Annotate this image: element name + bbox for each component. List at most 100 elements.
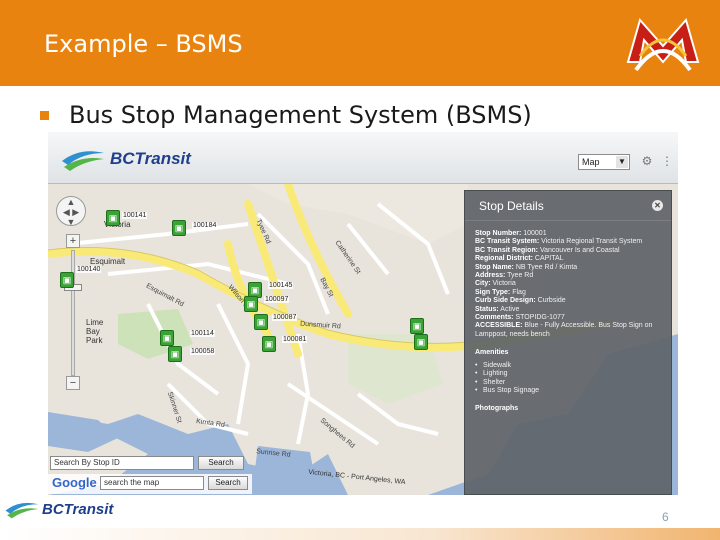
bus-stop-marker[interactable]: ▣ 100087	[254, 314, 298, 330]
bus-icon: ▣	[160, 330, 174, 346]
stop-id-label: 100058	[190, 348, 216, 355]
bus-stop-marker[interactable]: ▣ 100081	[262, 336, 308, 352]
detail-field: City: Victoria	[475, 280, 671, 288]
stop-id-label: 100145	[268, 282, 294, 289]
map-label-esquimalt: Esquimalt	[90, 257, 126, 266]
detail-field: ACCESSIBLE: Blue - Fully Accessible. Bus…	[475, 322, 671, 339]
field-value: Flag	[512, 288, 526, 296]
bus-icon: ▣	[414, 334, 428, 350]
bctransit-swoosh-icon	[62, 151, 104, 171]
zoom-in-button[interactable]: +	[66, 234, 80, 248]
app-logo: BCTransit	[60, 146, 191, 172]
app-header: BCTransit Map ▼ ⚙ ⋮	[48, 132, 678, 184]
zoom-slider[interactable]	[71, 250, 75, 376]
bus-stop-marker[interactable]: ▣ 100140	[60, 266, 102, 288]
stop-id-label: 100081	[282, 336, 308, 343]
map-label-lime-bay-park: Lime Bay Park	[86, 318, 104, 345]
detail-field: Stop Name: NB Tyee Rd / Kimta	[475, 264, 671, 272]
app-logo-text: BCTransit	[110, 149, 191, 168]
settings-icon[interactable]: ⚙	[640, 154, 654, 168]
detail-field: Sign Type: Flag	[475, 289, 671, 297]
bus-icon: ▣	[168, 346, 182, 362]
field-value: NB Tyee Rd / Kimta	[515, 263, 578, 271]
detail-field: Status: Active	[475, 306, 671, 314]
pan-arrows-icon: ▲ ◀ ▶ ▼	[62, 197, 80, 227]
stop-id-label: 100097	[264, 296, 290, 303]
stop-details-title: Stop Details	[479, 199, 544, 213]
field-key: BC Transit System:	[475, 238, 540, 246]
bus-icon: ▣	[244, 296, 258, 312]
google-logo: Google	[52, 475, 97, 490]
stop-search-button[interactable]: Search	[198, 456, 244, 470]
stop-search-bar: Search By Stop ID Search	[48, 454, 248, 474]
map-type-select[interactable]: Map ▼	[578, 154, 630, 170]
footer-logo-text: BCTransit	[42, 500, 114, 518]
bus-stop-marker[interactable]: ▣ 100141	[106, 210, 148, 226]
toolbar-grip-icon[interactable]: ⋮	[660, 154, 674, 168]
field-key: BC Transit Region:	[475, 246, 539, 254]
map-pan-control[interactable]: ▲ ◀ ▶ ▼	[56, 196, 86, 227]
detail-field: BC Transit Region: Vancouver Is and Coas…	[475, 247, 671, 255]
field-value: CAPITAL	[534, 255, 564, 263]
field-value: Tyee Rd	[507, 272, 534, 280]
bus-icon: ▣	[410, 318, 424, 334]
amenities-heading: Amenities	[475, 349, 509, 357]
field-key: Stop Number:	[475, 230, 522, 237]
stop-id-label: 100114	[190, 330, 215, 337]
field-key: City:	[475, 280, 491, 288]
field-key: Address:	[475, 272, 506, 280]
bus-icon: ▣	[172, 220, 186, 236]
field-key: Sign Type:	[475, 288, 511, 296]
bullet-item: Bus Stop Management System (BSMS)	[40, 100, 532, 130]
map-search-input[interactable]: search the map	[100, 476, 204, 490]
photographs-heading: Photographs	[475, 405, 519, 413]
bus-icon: ▣	[262, 336, 276, 352]
plus-icon: +	[69, 235, 77, 247]
bus-stop-marker[interactable]: ▣ 100184	[172, 220, 218, 236]
close-icon[interactable]: ✕	[652, 200, 663, 211]
detail-field: Regional District: CAPITAL	[475, 255, 671, 263]
bus-stop-marker[interactable]: ▣	[410, 318, 424, 334]
company-logo-icon	[626, 17, 700, 72]
map-search-bar: Google search the map Search	[48, 474, 252, 494]
field-value: Vancouver Is and Coastal	[539, 246, 620, 254]
bus-stop-marker[interactable]: ▣ 100058	[168, 346, 216, 362]
stop-details-body: Stop Number: 100001 BC Transit System: V…	[465, 221, 671, 414]
detail-field: Comments: STOPIDG-1077	[475, 314, 671, 322]
amenity-item: Lighting	[475, 370, 671, 379]
detail-field: Curb Side Design: Curbside	[475, 297, 671, 305]
field-value: Active	[500, 305, 520, 313]
detail-field: Address: Tyee Rd	[475, 272, 671, 280]
stop-id-label: 100184	[192, 222, 218, 229]
chevron-down-icon: ▼	[616, 156, 628, 168]
bus-icon: ▣	[254, 314, 268, 330]
field-value: STOPIDG-1077	[515, 314, 565, 322]
amenities-list: Sidewalk Lighting Shelter Bus Stop Signa…	[475, 362, 671, 396]
stop-details-panel: Stop Details ✕ Stop Number: 100001 BC Tr…	[464, 190, 672, 495]
field-value: Curbside	[537, 297, 566, 305]
stop-details-header: Stop Details ✕	[465, 191, 671, 221]
bus-stop-marker[interactable]: ▣ 100114	[160, 330, 215, 346]
bsms-screenshot: BCTransit Map ▼ ⚙ ⋮ Esquimalt Lime Bay P…	[48, 132, 678, 495]
map-search-button[interactable]: Search	[208, 476, 248, 490]
amenity-item: Shelter	[475, 379, 671, 388]
amenity-item: Sidewalk	[475, 362, 671, 371]
field-key: Curb Side Design:	[475, 297, 536, 305]
stop-id-label: 100087	[272, 314, 298, 321]
field-key: ACCESSIBLE:	[475, 322, 523, 330]
zoom-out-button[interactable]: −	[66, 376, 80, 390]
slide-title: Example – BSMS	[44, 30, 243, 58]
bus-stop-marker[interactable]: ▣ 100097	[244, 296, 290, 312]
bullet-text: Bus Stop Management System (BSMS)	[69, 101, 532, 129]
minus-icon: −	[69, 377, 77, 389]
bus-stop-marker[interactable]: ▣	[414, 334, 428, 350]
bus-icon: ▣	[106, 210, 120, 226]
bus-icon: ▣	[60, 272, 74, 288]
bctransit-swoosh-icon	[5, 502, 39, 519]
map-type-value: Map	[582, 157, 600, 167]
stop-id-search-input[interactable]: Search By Stop ID	[50, 456, 194, 470]
stop-id-label: 100141	[122, 212, 148, 219]
detail-field: BC Transit System: Victoria Regional Tra…	[475, 238, 671, 246]
field-key: Regional District:	[475, 255, 533, 263]
detail-field: Stop Number: 100001	[475, 230, 671, 238]
